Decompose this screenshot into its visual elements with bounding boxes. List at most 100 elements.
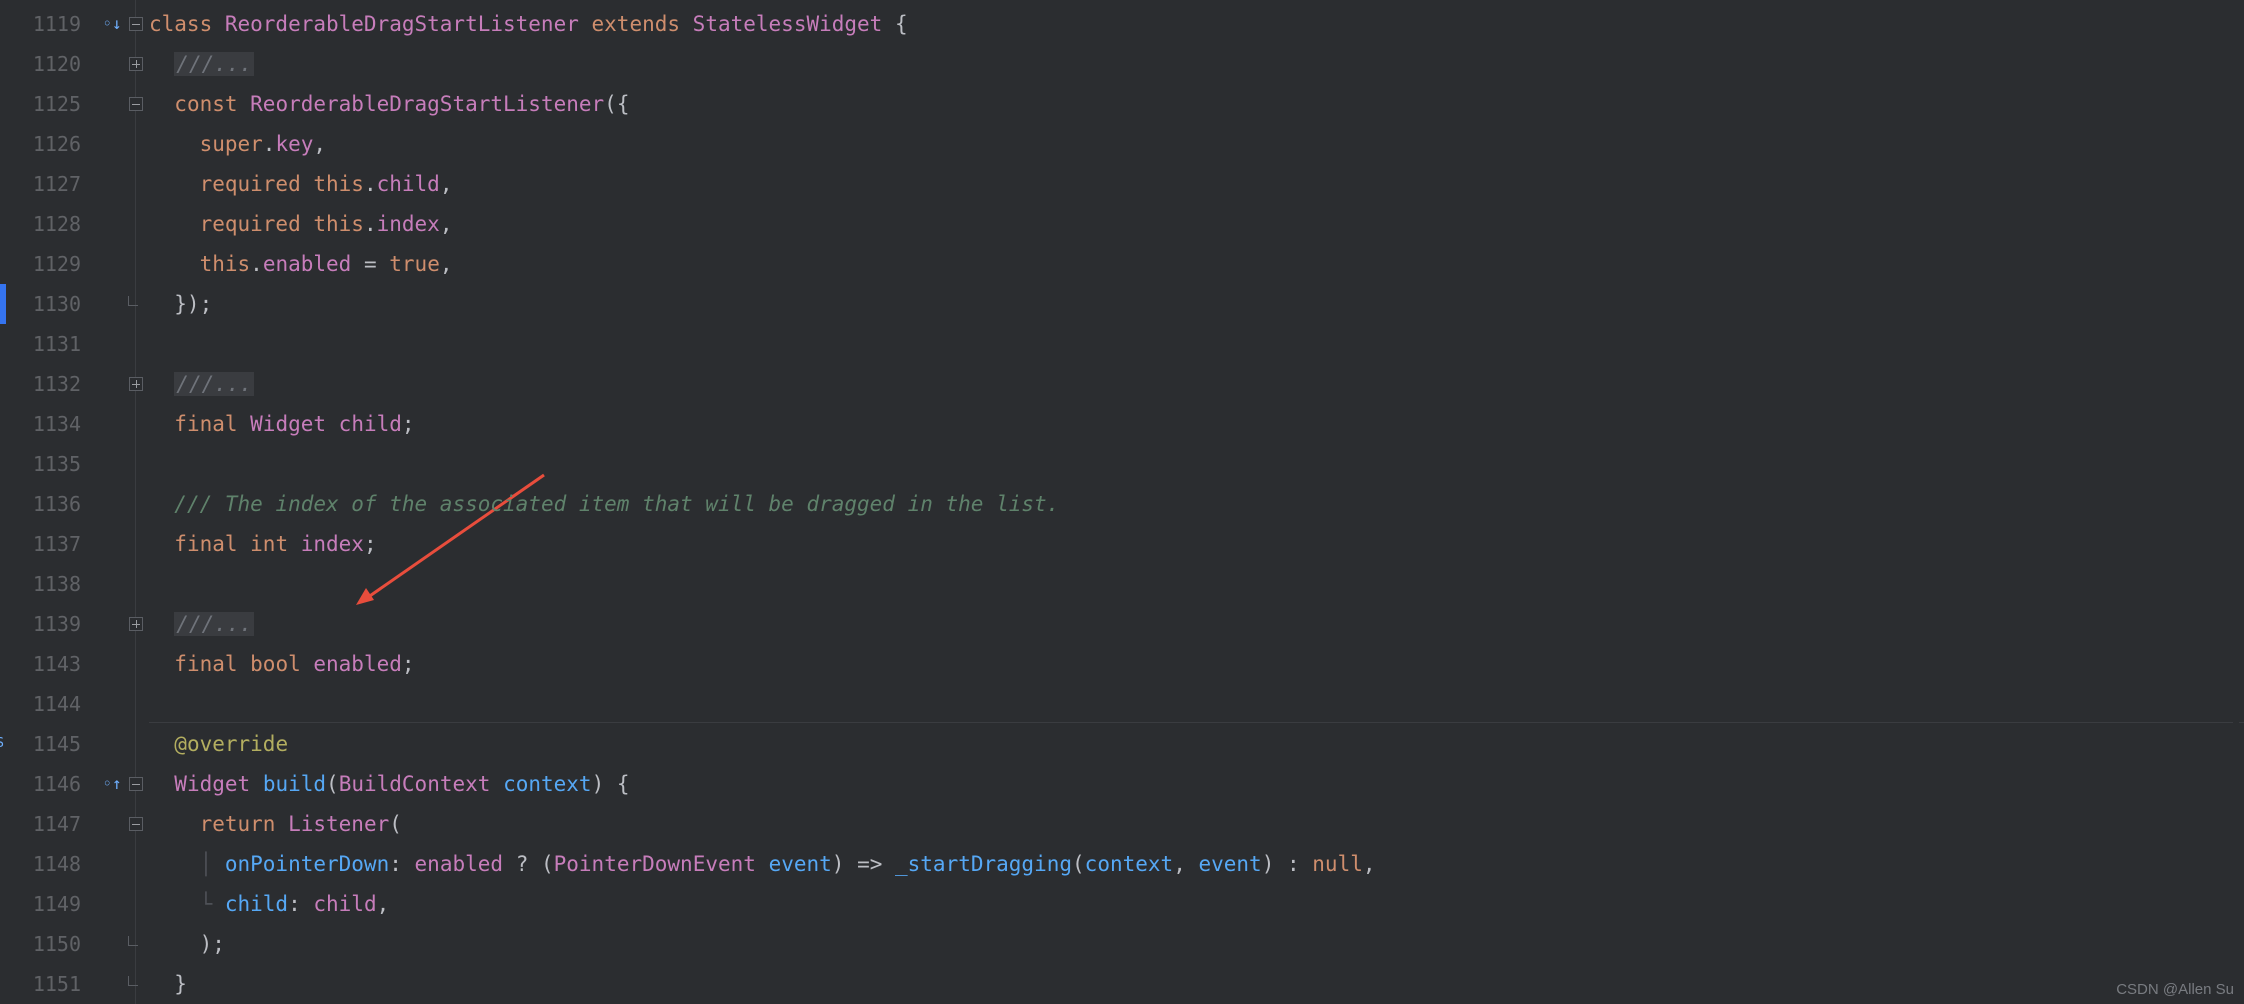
code-token	[149, 812, 200, 836]
code-token: Widget	[250, 412, 339, 436]
code-token: ///...	[174, 52, 254, 76]
code-token: ;	[364, 532, 377, 556]
code-token: });	[149, 292, 212, 316]
code-line[interactable]	[149, 324, 2244, 364]
code-token: null	[1312, 852, 1363, 876]
code-token: .	[364, 172, 377, 196]
code-line[interactable]: required this.child,	[149, 164, 2244, 204]
line-number[interactable]: 1148	[6, 844, 101, 884]
line-number[interactable]: 1125	[6, 84, 101, 124]
line-number[interactable]: 1126	[6, 124, 101, 164]
line-number[interactable]: 1127	[6, 164, 101, 204]
fold-end-icon[interactable]	[123, 924, 149, 964]
code-line[interactable]: ///...	[149, 604, 2244, 644]
line-number[interactable]: 1119	[6, 4, 101, 44]
code-token: .	[364, 212, 377, 236]
code-token: ,	[440, 172, 453, 196]
code-line[interactable]: final Widget child;	[149, 404, 2244, 444]
selected-line-marker	[0, 284, 6, 324]
code-line[interactable]: └ child: child,	[149, 884, 2244, 924]
line-number[interactable]: 1150	[6, 924, 101, 964]
code-line[interactable]: const ReorderableDragStartListener({	[149, 84, 2244, 124]
selection-accent-bar	[0, 0, 6, 1004]
code-token: enabled	[313, 652, 402, 676]
line-number[interactable]: 1120	[6, 44, 101, 84]
override-up-icon[interactable]: ◦↑	[101, 764, 123, 804]
code-line[interactable]: final bool enabled;	[149, 644, 2244, 684]
line-number[interactable]: 1138	[6, 564, 101, 604]
fold-collapse-icon[interactable]	[123, 84, 149, 124]
code-area[interactable]: class ReorderableDragStartListener exten…	[149, 0, 2244, 1004]
code-token	[149, 492, 174, 516]
fold-end-icon[interactable]	[123, 964, 149, 1004]
code-line[interactable]: Widget build(BuildContext context) {	[149, 764, 2244, 804]
line-number[interactable]: 1131	[6, 324, 101, 364]
code-token: ///...	[174, 612, 254, 636]
code-line[interactable]: });	[149, 284, 2244, 324]
code-line[interactable]: /// The index of the associated item tha…	[149, 484, 2244, 524]
line-number-gutter[interactable]: 1119112011251126112711281129113011311132…	[6, 0, 101, 1004]
line-number[interactable]: 1145	[6, 724, 101, 764]
line-number[interactable]: 1139	[6, 604, 101, 644]
line-number[interactable]: 1146	[6, 764, 101, 804]
code-line[interactable]: │ onPointerDown: enabled ? (PointerDownE…	[149, 844, 2244, 884]
code-line[interactable]: return Listener(	[149, 804, 2244, 844]
code-token: _startDragging	[895, 852, 1072, 876]
code-token: ,	[313, 132, 326, 156]
code-token	[149, 132, 200, 156]
line-number[interactable]: 1147	[6, 804, 101, 844]
scrollbar-track	[2233, 0, 2239, 1004]
code-token: required	[200, 172, 314, 196]
line-number[interactable]: 1130	[6, 284, 101, 324]
code-token: build	[263, 772, 326, 796]
code-line[interactable]: ///...	[149, 364, 2244, 404]
code-line[interactable]: this.enabled = true,	[149, 244, 2244, 284]
override-down-icon[interactable]: ◦↓	[101, 4, 123, 44]
code-line[interactable]: final int index;	[149, 524, 2244, 564]
line-number[interactable]: 1134	[6, 404, 101, 444]
code-token: =	[351, 252, 389, 276]
code-token: final	[174, 532, 250, 556]
code-line[interactable]: required this.index,	[149, 204, 2244, 244]
line-number[interactable]: 1128	[6, 204, 101, 244]
line-number[interactable]: 1151	[6, 964, 101, 1004]
line-number[interactable]: 1143	[6, 644, 101, 684]
fold-collapse-icon[interactable]	[123, 804, 149, 844]
line-number[interactable]: 1149	[6, 884, 101, 924]
line-number[interactable]: 1144	[6, 684, 101, 724]
code-editor[interactable]: 1119112011251126112711281129113011311132…	[0, 0, 2244, 1004]
line-number[interactable]: 1132	[6, 364, 101, 404]
code-token: key	[275, 132, 313, 156]
fold-collapse-icon[interactable]	[123, 4, 149, 44]
code-token	[149, 212, 200, 236]
code-line[interactable]: }	[149, 964, 2244, 1004]
code-line[interactable]: class ReorderableDragStartListener exten…	[149, 4, 2244, 44]
fold-expand-icon[interactable]	[123, 44, 149, 84]
code-line[interactable]: super.key,	[149, 124, 2244, 164]
code-line[interactable]	[149, 564, 2244, 604]
line-number[interactable]: 1135	[6, 444, 101, 484]
fold-end-icon[interactable]	[123, 284, 149, 324]
code-token	[149, 252, 200, 276]
code-token: }	[149, 972, 187, 996]
code-line[interactable]: ///...	[149, 44, 2244, 84]
line-number[interactable]: 1129	[6, 244, 101, 284]
code-token: Listener	[288, 812, 389, 836]
code-token: event	[769, 852, 832, 876]
code-token: ,	[440, 212, 453, 236]
code-token: this	[313, 212, 364, 236]
code-line[interactable]	[149, 444, 2244, 484]
code-token	[149, 532, 174, 556]
fold-expand-icon[interactable]	[123, 604, 149, 644]
vertical-scrollbar[interactable]	[2230, 0, 2242, 1004]
code-token: child	[313, 892, 376, 916]
fold-collapse-icon[interactable]	[123, 764, 149, 804]
fold-expand-icon[interactable]	[123, 364, 149, 404]
fold-column[interactable]	[123, 0, 149, 1004]
code-line[interactable]	[149, 684, 2244, 724]
line-number[interactable]: 1137	[6, 524, 101, 564]
code-line[interactable]: );	[149, 924, 2244, 964]
code-line[interactable]: @override	[149, 724, 2244, 764]
code-token: (	[1072, 852, 1085, 876]
line-number[interactable]: 1136	[6, 484, 101, 524]
